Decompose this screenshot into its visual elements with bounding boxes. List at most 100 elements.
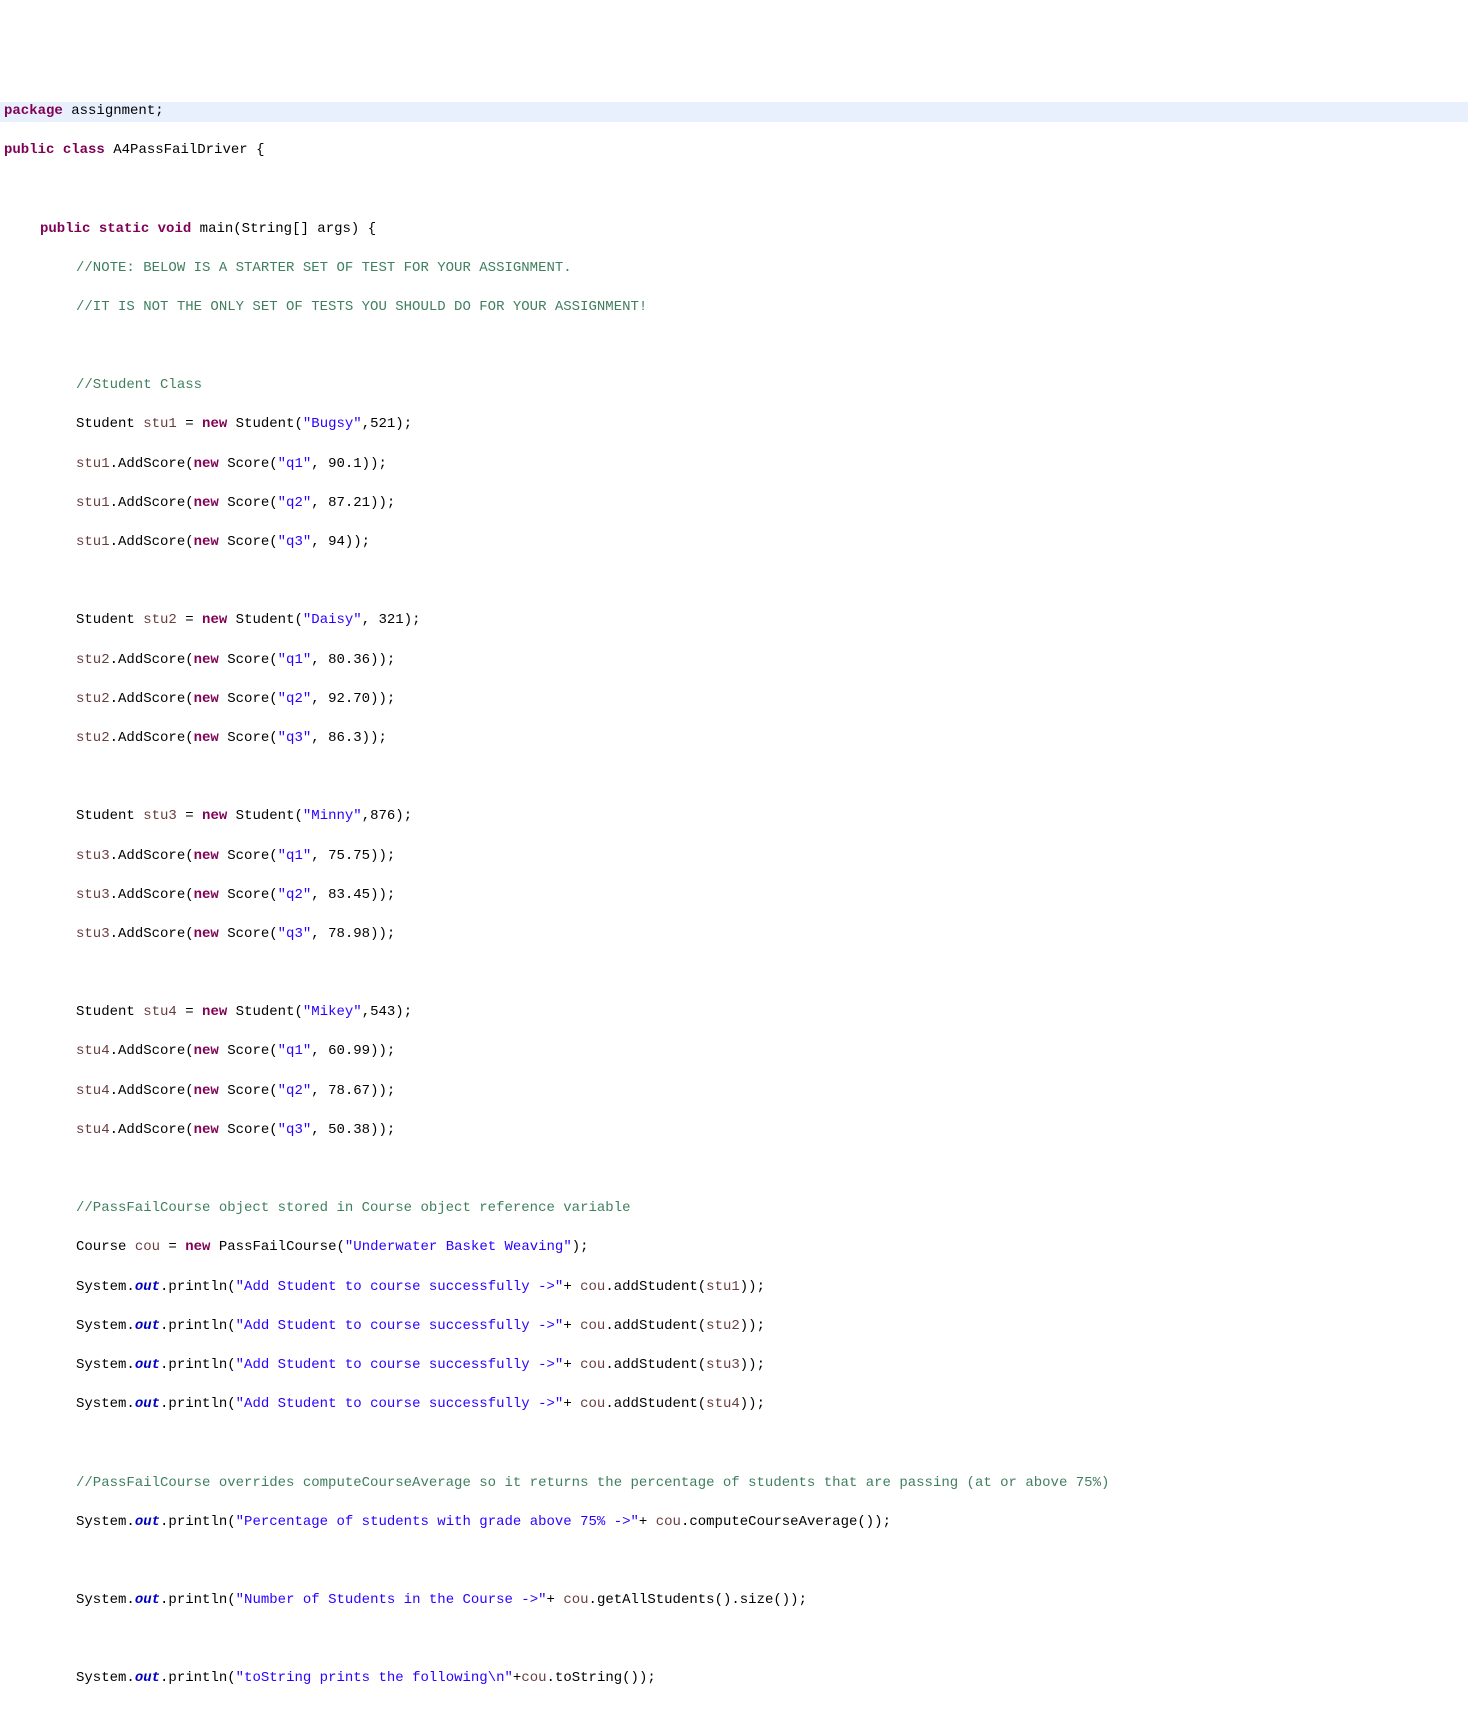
text: + [563, 1396, 580, 1412]
code-line: stu1.AddScore(new Score("q2", 87.21)); [0, 494, 1468, 514]
field: out [135, 1592, 160, 1608]
string-literal: "q2" [278, 691, 312, 707]
text: System. [76, 1279, 135, 1295]
code-line: //Student Class [0, 376, 1468, 396]
variable: cou [656, 1514, 681, 1530]
variable: stu1 [143, 416, 177, 432]
code-line: Course cou = new PassFailCourse("Underwa… [0, 1238, 1468, 1258]
string-literal: "Add Student to course successfully ->" [236, 1318, 564, 1334]
text: .addStudent( [605, 1357, 706, 1373]
string-literal: "Add Student to course successfully ->" [236, 1396, 564, 1412]
variable: cou [580, 1357, 605, 1373]
text: .println( [160, 1514, 236, 1530]
variable: stu3 [143, 808, 177, 824]
variable: stu4 [706, 1396, 740, 1412]
variable: stu2 [706, 1318, 740, 1334]
text: .addStudent( [605, 1318, 706, 1334]
text: .AddScore( [110, 848, 194, 864]
text: + [639, 1514, 656, 1530]
code-line: System.out.println("Add Student to cours… [0, 1356, 1468, 1376]
keyword-new: new [194, 1083, 219, 1099]
type: Student [76, 1004, 143, 1020]
keyword-new: new [194, 534, 219, 550]
field: out [135, 1357, 160, 1373]
keyword-new: new [202, 808, 227, 824]
code-line: public static void main(String[] args) { [0, 220, 1468, 240]
text: )); [740, 1357, 765, 1373]
blank-line [0, 1434, 1468, 1454]
text: , 60.99)); [311, 1043, 395, 1059]
text: Score( [219, 730, 278, 746]
variable: stu1 [706, 1279, 740, 1295]
text: .println( [160, 1670, 236, 1686]
text: , 75.75)); [311, 848, 395, 864]
text: System. [76, 1396, 135, 1412]
field: out [135, 1396, 160, 1412]
keyword-new: new [194, 887, 219, 903]
text: + [563, 1279, 580, 1295]
keyword-package: package [4, 103, 63, 119]
string-literal: "Percentage of students with grade above… [236, 1514, 639, 1530]
code-line: stu2.AddScore(new Score("q2", 92.70)); [0, 690, 1468, 710]
text: Score( [219, 887, 278, 903]
text: + [563, 1357, 580, 1373]
text: = [177, 612, 202, 628]
text: ,543); [362, 1004, 412, 1020]
comment: //NOTE: BELOW IS A STARTER SET OF TEST F… [76, 260, 572, 276]
text: ,521); [362, 416, 412, 432]
string-literal: "q1" [278, 652, 312, 668]
code-line: System.out.println("Percentage of studen… [0, 1513, 1468, 1533]
code-line: System.out.println("Add Student to cours… [0, 1278, 1468, 1298]
string-literal: "q3" [278, 730, 312, 746]
text: .AddScore( [110, 1083, 194, 1099]
variable: stu2 [76, 730, 110, 746]
variable: stu2 [143, 612, 177, 628]
variable: stu1 [76, 495, 110, 511]
type: Student [76, 612, 143, 628]
text: Student( [227, 808, 303, 824]
text: = [160, 1239, 185, 1255]
string-literal: "q3" [278, 1122, 312, 1138]
code-editor: package assignment; public class A4PassF… [0, 78, 1468, 1712]
type: Course [76, 1239, 135, 1255]
string-literal: "Underwater Basket Weaving" [345, 1239, 572, 1255]
blank-line [0, 337, 1468, 357]
code-line: stu1.AddScore(new Score("q1", 90.1)); [0, 455, 1468, 475]
text: System. [76, 1514, 135, 1530]
keyword-new: new [194, 1043, 219, 1059]
text: + [563, 1318, 580, 1334]
text: Score( [219, 456, 278, 472]
field: out [135, 1514, 160, 1530]
text: )); [740, 1279, 765, 1295]
text: .AddScore( [110, 1122, 194, 1138]
text: Score( [219, 495, 278, 511]
keyword-new: new [194, 652, 219, 668]
code-line: Student stu1 = new Student("Bugsy",521); [0, 415, 1468, 435]
code-line: stu2.AddScore(new Score("q1", 80.36)); [0, 651, 1468, 671]
keyword-new: new [194, 691, 219, 707]
text: System. [76, 1592, 135, 1608]
text: Score( [219, 926, 278, 942]
blank-line [0, 180, 1468, 200]
code-line: stu4.AddScore(new Score("q1", 60.99)); [0, 1042, 1468, 1062]
code-line: stu3.AddScore(new Score("q3", 78.98)); [0, 925, 1468, 945]
variable: stu3 [706, 1357, 740, 1373]
string-literal: "Mikey" [303, 1004, 362, 1020]
text: .AddScore( [110, 887, 194, 903]
text: , 87.21)); [311, 495, 395, 511]
code-line: package assignment; [0, 102, 1468, 122]
text: .AddScore( [110, 456, 194, 472]
text: .AddScore( [110, 495, 194, 511]
keyword-new: new [185, 1239, 210, 1255]
text: .addStudent( [605, 1279, 706, 1295]
text: , 83.45)); [311, 887, 395, 903]
keyword-public: public [40, 221, 90, 237]
blank-line [0, 572, 1468, 592]
keyword-void: void [158, 221, 192, 237]
text: Score( [219, 1122, 278, 1138]
code-line: Student stu4 = new Student("Mikey",543); [0, 1003, 1468, 1023]
string-literal: "Add Student to course successfully ->" [236, 1357, 564, 1373]
variable: cou [580, 1318, 605, 1334]
code-line: //NOTE: BELOW IS A STARTER SET OF TEST F… [0, 259, 1468, 279]
field: out [135, 1670, 160, 1686]
